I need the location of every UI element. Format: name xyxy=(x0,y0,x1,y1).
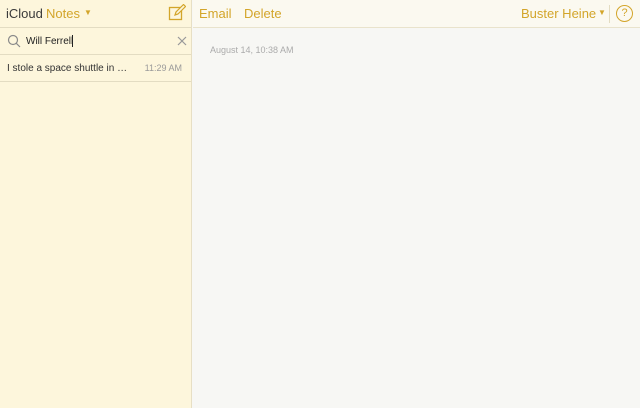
email-button[interactable]: Email xyxy=(199,6,232,21)
note-list-time: 11:29 AM xyxy=(144,63,182,73)
search-bar xyxy=(0,28,191,55)
app-name: iCloud xyxy=(6,6,43,21)
note-editor: Email Delete Buster Heine ▼ ? August 14,… xyxy=(193,0,640,408)
search-icon xyxy=(7,34,21,48)
delete-button[interactable]: Delete xyxy=(244,6,282,21)
notes-sidebar: iCloud Notes ▼ I stole a space shuttle i… xyxy=(0,0,192,408)
clear-search-icon[interactable] xyxy=(176,35,188,47)
search-input[interactable] xyxy=(26,33,166,49)
note-list-item[interactable]: I stole a space shuttle in … 11:29 AM xyxy=(0,55,191,82)
app-switcher[interactable]: Notes xyxy=(46,6,80,21)
sidebar-header: iCloud Notes ▼ xyxy=(0,0,191,28)
toolbar-divider xyxy=(609,5,610,23)
note-date: August 14, 10:38 AM xyxy=(210,45,294,55)
editor-toolbar: Email Delete Buster Heine ▼ ? xyxy=(193,0,640,28)
account-menu[interactable]: Buster Heine xyxy=(521,6,596,21)
text-cursor xyxy=(72,35,73,47)
help-button[interactable]: ? xyxy=(616,5,633,22)
chevron-down-icon[interactable]: ▼ xyxy=(84,8,92,17)
note-list-title: I stole a space shuttle in … xyxy=(7,63,128,74)
chevron-down-icon[interactable]: ▼ xyxy=(598,8,606,17)
compose-icon[interactable] xyxy=(168,4,186,22)
